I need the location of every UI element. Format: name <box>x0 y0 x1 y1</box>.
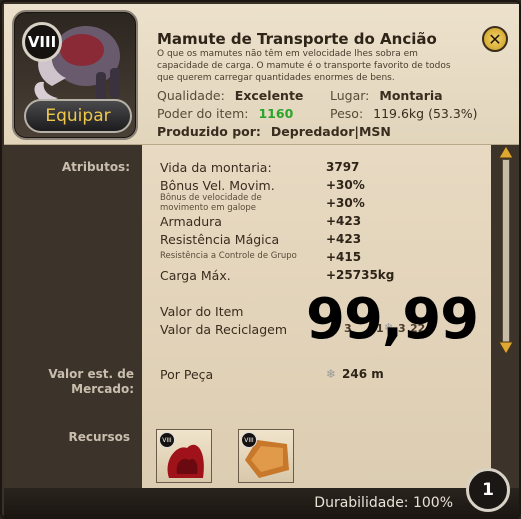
quality-label: Qualidade: <box>157 88 225 103</box>
price-overlay: 99,99 <box>306 287 479 352</box>
resource-tier-badge: VIII <box>241 432 257 448</box>
silver-coin-icon: ❄ <box>326 367 337 381</box>
attribute-name: Resistência Mágica <box>160 232 280 247</box>
scroll-up-icon[interactable] <box>498 145 514 159</box>
item-value-label: Valor do Item <box>160 304 244 319</box>
weight-value: 119.6kg (53.3%) <box>373 106 478 121</box>
weight-label: Peso: <box>330 106 364 121</box>
item-description: O que os mamutes não têm em velocidade l… <box>157 49 451 83</box>
salvage-value-label: Valor da Reciclagem <box>160 322 288 337</box>
attribute-name: Vida da montaria: <box>160 160 272 175</box>
resource-tier-badge: VIII <box>159 432 175 448</box>
attribute-value: +423 <box>326 214 362 228</box>
location-row: Lugar: Montaria <box>330 88 443 103</box>
attribute-value: +30% <box>326 196 365 210</box>
attribute-name: Bônus de velocidade de movimento em galo… <box>160 193 262 213</box>
per-piece-label: Por Peça <box>160 367 214 382</box>
scroll-track[interactable] <box>502 159 510 343</box>
per-piece-value: 246 m <box>342 367 384 381</box>
scrollbar[interactable] <box>494 145 518 357</box>
market-section-label: Valor est. de Mercado: <box>48 367 134 396</box>
location-value: Montaria <box>379 88 443 103</box>
attribute-name: Carga Máx. <box>160 268 231 283</box>
power-row: Poder do item: 1160 <box>157 106 293 121</box>
location-label: Lugar: <box>330 88 370 103</box>
weight-row: Peso: 119.6kg (53.3%) <box>330 106 478 121</box>
attributes-section-label: Atributos: <box>61 160 130 174</box>
attribute-name: Bônus Vel. Movim. <box>160 178 275 193</box>
equip-button[interactable]: Equipar <box>24 99 132 133</box>
resource-slot[interactable]: VIII <box>238 429 294 483</box>
crafter-value: Depredador|MSN <box>270 124 391 139</box>
footer-bar: Durabilidade: 100% <box>4 488 519 519</box>
item-tooltip-window: VIII Equipar Mamute de Transporte do Anc… <box>0 0 521 519</box>
attribute-value: 3797 <box>326 160 360 174</box>
stat-panel: Vida da montaria: 3797 Bônus Vel. Movim.… <box>142 145 491 488</box>
attribute-value: +25735kg <box>326 268 395 282</box>
attribute-name: Armadura <box>160 214 222 229</box>
attribute-value: +30% <box>326 178 365 192</box>
crafter-label: Produzido por: <box>157 124 261 139</box>
scroll-down-icon[interactable] <box>498 341 514 355</box>
attribute-value: +415 <box>326 250 362 264</box>
quality-value: Excelente <box>234 88 304 103</box>
attribute-value: +423 <box>326 232 362 246</box>
crafter-row: Produzido por: Depredador|MSN <box>157 124 391 139</box>
durability-label: Durabilidade: 100% <box>314 495 453 511</box>
item-title: Mamute de Transporte do Ancião <box>157 30 437 48</box>
stack-count-badge: 1 <box>466 468 510 512</box>
item-details-body: Atributos: Valor est. de Mercado: Recurs… <box>4 145 519 488</box>
item-header: VIII Equipar Mamute de Transporte do Anc… <box>4 4 519 145</box>
resources-section-label: Recursos <box>68 430 130 444</box>
quality-row: Qualidade: Excelente <box>157 88 303 103</box>
tier-badge: VIII <box>22 22 62 62</box>
close-button[interactable]: ✕ <box>482 26 508 52</box>
power-label: Poder do item: <box>157 106 249 121</box>
power-value: 1160 <box>258 106 294 121</box>
resource-slot[interactable]: VIII <box>156 429 212 483</box>
attribute-name: Resistência a Controle de Grupo <box>160 251 297 261</box>
close-icon: ✕ <box>488 29 502 49</box>
